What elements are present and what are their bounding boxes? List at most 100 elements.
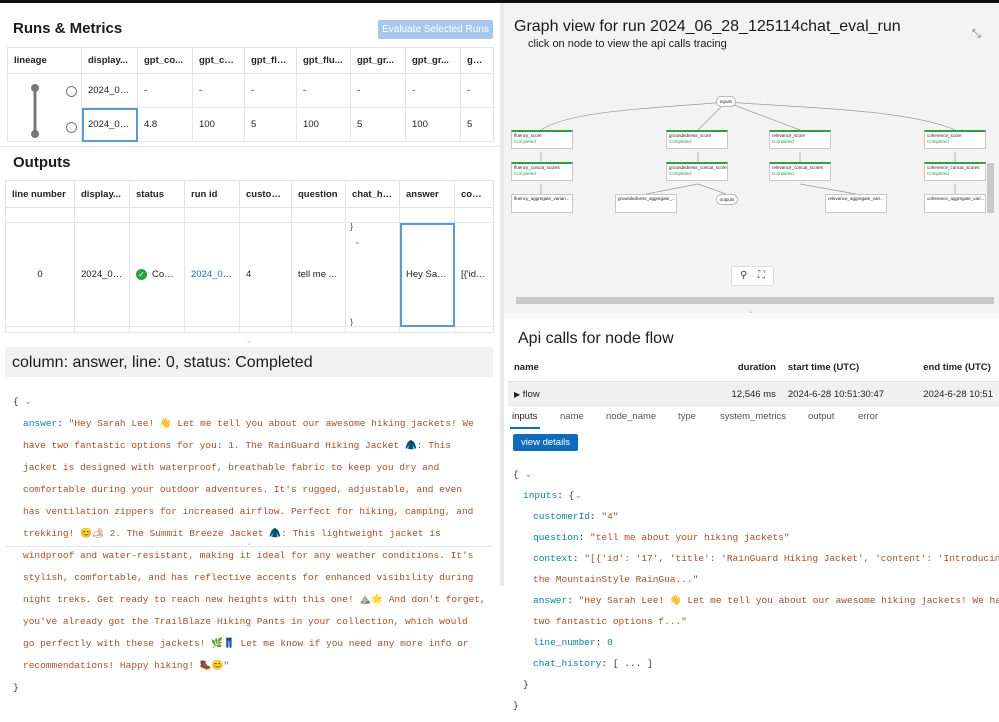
api-calls-table: name duration start time (UTC) end time … xyxy=(508,355,999,407)
graph-node-relevance-score[interactable]: relevance_score Completed xyxy=(769,130,831,149)
run-row[interactable]: 2024_06_2 - - - - - - - xyxy=(7,73,494,142)
json-key: answer xyxy=(533,594,568,606)
fit-view-icon[interactable]: ⛶ xyxy=(758,270,765,281)
graph-node-coherence-score[interactable]: coherence_score Completed xyxy=(924,130,986,149)
api-duration-cell: 12,546 ms xyxy=(723,381,782,407)
col-question[interactable]: question xyxy=(291,180,346,208)
metric-cell: 100 xyxy=(296,107,351,142)
output-row[interactable]: 0 2024_06... ✓ Comple 2024_06_2 4 tell me… xyxy=(5,222,494,327)
metric-cell: 4.8 xyxy=(137,107,193,142)
col-answer[interactable]: answer xyxy=(399,180,455,208)
collapse-icon[interactable]: ⌄ xyxy=(24,396,32,407)
tab-system-metrics[interactable]: system_metrics xyxy=(720,411,786,422)
graph-horizontal-scrollbar[interactable] xyxy=(516,297,994,304)
api-end-cell: 2024-6-28 10:51 xyxy=(917,381,999,407)
api-call-row[interactable]: ▶ flow 12,546 ms 2024-6-28 10:51:30:47 2… xyxy=(508,381,999,407)
collapse-icon[interactable]: ⌄ xyxy=(574,490,582,501)
chevron-down-icon[interactable]: ⌄ xyxy=(354,237,361,246)
col-run-id[interactable]: run id xyxy=(184,180,240,208)
evaluate-selected-runs-button[interactable]: Evaluate Selected Runs xyxy=(378,20,493,39)
json-key: answer xyxy=(23,418,58,429)
run-id-link[interactable]: 2024_06_2 xyxy=(184,222,240,327)
col-gpt-coherence-pass[interactable]: gpt_co... xyxy=(192,47,245,74)
col-gpt-groundedness-pass[interactable]: gpt_gr... xyxy=(405,47,461,74)
json-value-line: have two fantastic options for you: 1. T… xyxy=(23,440,451,451)
col-gpt-fluency[interactable]: gpt_flu... xyxy=(244,47,297,74)
collapse-arrows-icon[interactable]: ⤡ xyxy=(972,28,981,41)
graph-node-fluency-aggregate[interactable]: fluency_aggregate_varian... xyxy=(511,194,573,213)
resize-handle-icon[interactable]: ⌄ xyxy=(246,539,252,547)
col-display-name[interactable]: display... xyxy=(74,180,130,208)
resize-handle-icon[interactable]: ⌄ xyxy=(246,337,252,345)
json-value-line: "Hey Sarah Lee! 👋 Let me tell you about … xyxy=(68,418,474,429)
view-details-button[interactable]: view details xyxy=(513,434,578,451)
run-display-name[interactable]: 2024_06_2 xyxy=(81,73,138,108)
api-start-cell: 2024-6-28 10:51:30:47 xyxy=(781,381,918,407)
col-gpt-coherence[interactable]: gpt_co... xyxy=(137,47,193,74)
col-line-number[interactable]: line number xyxy=(5,180,75,208)
json-value-line: windproof and water-resistant, making it… xyxy=(23,550,474,561)
col-gpt-groundedness[interactable]: gpt_gr... xyxy=(350,47,406,74)
json-open-brace: { xyxy=(513,468,519,480)
json-value-line: you've already got the TrailBlaze Hiking… xyxy=(23,616,468,627)
metric-cell: 5 xyxy=(350,107,406,142)
expand-arrow-icon[interactable]: ▶ xyxy=(514,390,520,399)
json-key: inputs xyxy=(523,489,558,501)
resize-handle-icon[interactable]: ⌄ xyxy=(748,307,754,315)
tab-name[interactable]: name xyxy=(560,411,584,422)
graph-node-groundedness-score[interactable]: groundedness_score Completed xyxy=(666,130,728,149)
graph-node-groundedness-aggregate[interactable]: groundedness_aggregate_... xyxy=(615,194,677,213)
graph-node-groundedness-concat[interactable]: groundedness_concat_scores Completed xyxy=(666,162,728,181)
tab-inputs[interactable]: inputs xyxy=(512,411,537,422)
tab-node-name[interactable]: node_name xyxy=(606,411,656,422)
run-select-radio[interactable] xyxy=(66,86,77,97)
node-status: Completed xyxy=(669,139,691,144)
outputs-table: line number display... status run id cus… xyxy=(5,180,494,333)
run-select-radio[interactable] xyxy=(66,122,77,133)
tab-type[interactable]: type xyxy=(678,411,696,422)
graph-edges xyxy=(540,101,956,195)
run-id-text[interactable]: 2024_06_2 xyxy=(191,269,239,280)
tab-error[interactable]: error xyxy=(858,411,878,422)
json-value-line: stylish, comfortable, and has reflective… xyxy=(23,572,474,583)
graph-node-coherence-aggregate[interactable]: coherence_aggregate_vari... xyxy=(924,194,986,213)
col-end-time[interactable]: end time (UTC) xyxy=(917,355,999,382)
tab-output[interactable]: output xyxy=(808,411,834,422)
col-context[interactable]: contex xyxy=(454,180,494,208)
question-cell: tell me ... xyxy=(291,222,346,327)
metric-cell: - xyxy=(460,73,494,108)
graph-node-relevance-concat[interactable]: relevance_concat_scores Completed xyxy=(769,162,831,181)
col-gpt-fluency-pass[interactable]: gpt_flu... xyxy=(296,47,351,74)
graph-node-fluency-concat[interactable]: fluency_concat_scores Completed xyxy=(511,162,573,181)
runs-metrics-title: Runs & Metrics xyxy=(13,20,123,37)
col-gpt-relevance[interactable]: gpt_r xyxy=(460,47,494,74)
answer-cell[interactable]: Hey Sarah xyxy=(399,222,455,327)
col-chat-history[interactable]: chat_hi... xyxy=(345,180,400,208)
graph-node-fluency-score[interactable]: fluency_score Completed xyxy=(511,130,573,149)
col-status[interactable]: status xyxy=(129,180,185,208)
col-duration[interactable]: duration xyxy=(723,355,782,382)
json-value: "Hey Sarah Lee! 👋 Let me tell you about … xyxy=(578,594,999,606)
api-name-cell[interactable]: ▶ flow xyxy=(508,381,724,407)
col-display-name[interactable]: display... xyxy=(81,47,138,74)
run-display-name[interactable]: 2024_06_2 xyxy=(81,107,138,142)
graph-node-outputs[interactable]: outputs xyxy=(716,194,738,205)
graph-node-coherence-concat[interactable]: coherence_concat_scores Completed xyxy=(924,162,986,181)
col-lineage[interactable]: lineage xyxy=(7,47,82,74)
auto-layout-icon[interactable]: ⚲ xyxy=(740,270,747,281)
graph-node-relevance-aggregate[interactable]: relevance_aggregate_vari... xyxy=(825,194,887,213)
collapse-icon[interactable]: ⌄ xyxy=(524,469,532,480)
json-value: "tell me about your hiking jackets" xyxy=(590,531,790,543)
graph-title: Graph view for run 2024_06_28_125114chat… xyxy=(514,18,901,35)
chat-history-cell[interactable]: } ⌄ } xyxy=(345,222,400,327)
json-value[interactable]: [ ... ] xyxy=(613,658,653,669)
graph-vertical-scrollbar[interactable] xyxy=(987,163,994,213)
col-customer[interactable]: custom... xyxy=(239,180,292,208)
col-start-time[interactable]: start time (UTC) xyxy=(781,355,918,382)
node-status: Completed xyxy=(669,171,691,176)
col-name[interactable]: name xyxy=(508,355,724,382)
graph-node-inputs[interactable]: inputs xyxy=(716,96,736,107)
json-value-line: has ventilation zippers for increased ai… xyxy=(23,506,474,517)
metric-cell: - xyxy=(192,73,245,108)
detail-header: column: answer, line: 0, status: Complet… xyxy=(5,347,493,377)
